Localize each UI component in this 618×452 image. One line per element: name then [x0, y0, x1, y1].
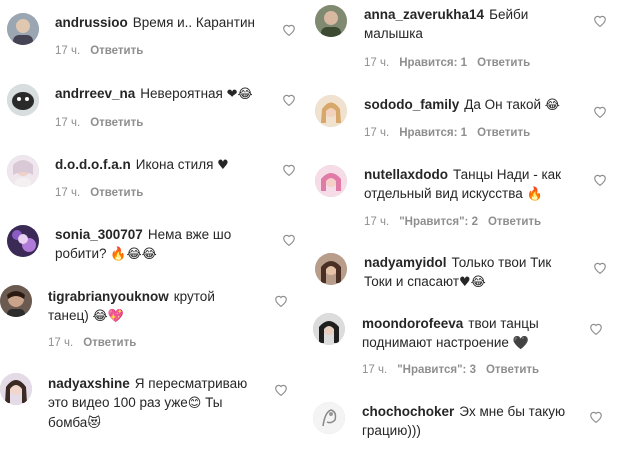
comment-time[interactable]: 17 ч. — [55, 45, 80, 57]
comment-username[interactable]: chochochoker — [362, 404, 454, 419]
emoji: 🖤 — [512, 336, 529, 351]
heart-outline-icon[interactable] — [589, 410, 603, 423]
emoji: 😂 — [544, 98, 560, 113]
heart-outline-icon[interactable] — [593, 105, 607, 118]
emoji: ❤😂 — [226, 87, 253, 102]
heart-outline-icon[interactable] — [282, 23, 296, 36]
likes-count[interactable]: Нравится: 1 — [399, 127, 467, 139]
comment-meta: 17 ч. Ответить — [55, 187, 153, 199]
reply-button[interactable]: Ответить — [477, 127, 530, 139]
reply-button[interactable]: Ответить — [90, 187, 143, 199]
comment-meta: 17 ч. "Нравится": 2 Ответить — [364, 216, 551, 228]
avatar[interactable] — [315, 165, 347, 197]
comment-time[interactable]: 17 ч. — [364, 216, 389, 228]
comment-username[interactable]: d.o.d.o.f.a.n — [55, 157, 131, 172]
comment-meta: 17 ч. Ответить — [55, 45, 153, 57]
emoji: ♥ — [217, 158, 229, 173]
comment-time[interactable]: 17 ч. — [364, 127, 389, 139]
likes-count[interactable]: "Нравится": 3 — [397, 364, 476, 376]
comment-meta: 17 ч. Ответить — [48, 337, 146, 349]
comment-username[interactable]: anna_zaverukha14 — [364, 7, 484, 22]
comment-text: moondorofeeva твои танцы поднимают настро… — [362, 316, 539, 351]
comment-username[interactable]: nadyamyidol — [364, 255, 447, 270]
comment-text: d.o.d.o.f.a.n Икона стиля ♥ — [55, 157, 229, 173]
comment-text: anna_zaverukha14 Бейби малышка — [364, 7, 529, 41]
heart-outline-icon[interactable] — [282, 233, 296, 246]
comment-meta: 17 ч. Нравится: 1 Ответить — [364, 57, 540, 69]
comment-time[interactable]: 17 ч. — [48, 337, 73, 349]
avatar[interactable] — [313, 313, 345, 345]
comment-meta: 17 ч. Нравится: 1 Ответить — [364, 127, 540, 139]
reply-button[interactable]: Ответить — [477, 57, 530, 69]
heart-outline-icon[interactable] — [593, 261, 607, 274]
comment-meta: 17 ч. "Нравится": 3 Ответить — [362, 364, 549, 376]
comment-meta: 17 ч. Ответить — [55, 117, 153, 129]
comment-username[interactable]: nadyaxshine — [48, 376, 130, 391]
avatar[interactable] — [7, 84, 39, 116]
reply-button[interactable]: Ответить — [90, 45, 143, 57]
likes-count[interactable]: "Нравится": 2 — [399, 216, 478, 228]
heart-outline-icon[interactable] — [282, 93, 296, 106]
avatar[interactable] — [315, 253, 347, 285]
comment-username[interactable]: sonia_300707 — [55, 227, 143, 242]
comment-text: nadyamyidol Только твои Тик Токи и спасаю… — [364, 255, 552, 290]
heart-outline-icon[interactable] — [589, 322, 603, 335]
comment-username[interactable]: moondorofeeva — [362, 316, 463, 331]
comment-text: tigrabrianyouknow крутой танец) 😂💖 — [48, 289, 215, 324]
avatar[interactable] — [7, 13, 39, 45]
comment-text: sododo_family Да Он такой 😂 — [364, 97, 560, 113]
comment-username[interactable]: sododo_family — [364, 97, 459, 112]
comment-text: chochochoker Эх мне бы такую грацию))) — [362, 404, 566, 438]
comment-text: andrussioo Время и.. Карантин — [55, 15, 255, 30]
emoji: 😊 — [187, 396, 202, 411]
heart-outline-icon[interactable] — [274, 383, 288, 396]
comment-text: sonia_300707 Нема вже шо робити? 🔥😂😂 — [55, 227, 232, 262]
heart-outline-icon[interactable] — [593, 173, 607, 186]
avatar[interactable] — [315, 5, 347, 37]
avatar[interactable] — [0, 373, 32, 405]
avatar[interactable] — [0, 285, 32, 317]
emoji: 😻 — [87, 416, 101, 431]
comment-time[interactable]: 17 ч. — [55, 187, 80, 199]
reply-button[interactable]: Ответить — [488, 216, 541, 228]
heart-outline-icon[interactable] — [282, 163, 296, 176]
comment-text: andrreev_na Невероятная ❤😂 — [55, 86, 253, 102]
emoji: 🔥 — [526, 187, 543, 202]
comment-text: nadyaxshine Я пересматриваю это видео 100… — [48, 376, 248, 431]
comment-username[interactable]: tigrabrianyouknow — [48, 289, 169, 304]
comment-time[interactable]: 17 ч. — [362, 364, 387, 376]
avatar[interactable] — [7, 155, 39, 187]
comment-username[interactable]: nutellaxdodo — [364, 167, 448, 182]
emoji: 🔥😂😂 — [110, 247, 157, 262]
avatar[interactable] — [315, 95, 347, 127]
emoji: 😂💖 — [92, 309, 124, 324]
emoji: ♥😂 — [459, 275, 486, 290]
comment-username[interactable]: andrreev_na — [55, 86, 135, 101]
comment-text: nutellaxdodo Танцы Нади - как отдельный в… — [364, 167, 562, 202]
comment-time[interactable]: 17 ч. — [364, 57, 389, 69]
avatar[interactable] — [7, 225, 39, 257]
reply-button[interactable]: Ответить — [486, 364, 539, 376]
reply-button[interactable]: Ответить — [83, 337, 136, 349]
heart-outline-icon[interactable] — [274, 294, 288, 307]
comment-username[interactable]: andrussioo — [55, 15, 128, 30]
heart-outline-icon[interactable] — [593, 14, 607, 27]
likes-count[interactable]: Нравится: 1 — [399, 57, 467, 69]
avatar[interactable] — [313, 402, 345, 434]
reply-button[interactable]: Ответить — [90, 117, 143, 129]
comment-time[interactable]: 17 ч. — [55, 117, 80, 129]
